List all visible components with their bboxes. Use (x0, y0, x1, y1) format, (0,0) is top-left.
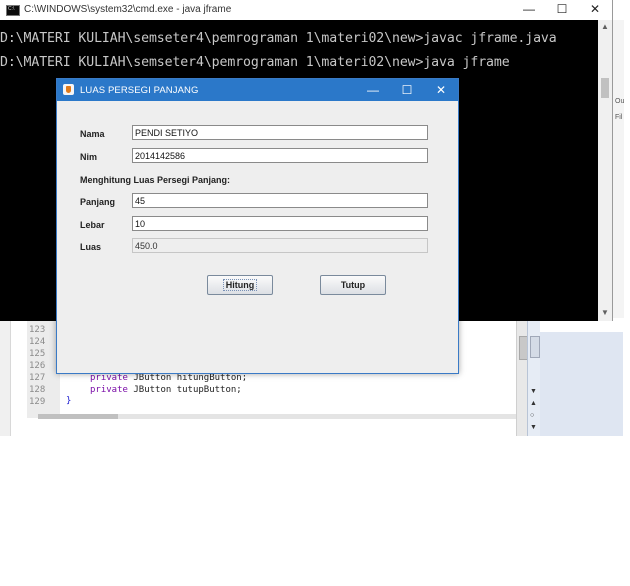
code-keyword: private (90, 385, 128, 395)
console-line: D:\MATERI KULIAH\semseter4\pemrograman 1… (0, 31, 557, 46)
background-window-text: Ou (615, 98, 625, 105)
background-window-edge: Ou Fil (612, 20, 624, 318)
scroll-down-icon[interactable]: ▼ (601, 308, 609, 317)
minimize-icon[interactable]: — (512, 1, 546, 18)
scrollbar-thumb[interactable] (530, 336, 540, 358)
tutup-button[interactable]: Tutup (320, 275, 386, 295)
luas-persegi-panjang-window[interactable]: LUAS PERSEGI PANJANG — ☐ ✕ Nama PENDI SE… (56, 78, 459, 374)
nama-field[interactable]: PENDI SETIYO (132, 125, 428, 140)
console-line: D:\MATERI KULIAH\semseter4\pemrograman 1… (0, 55, 510, 70)
code-line[interactable]: private JButton hitungButton; (90, 373, 247, 383)
code-keyword: private (90, 373, 128, 383)
cmd-titlebar[interactable]: C:\WINDOWS\system32\cmd.exe - java jfram… (0, 0, 612, 20)
scrollbar-thumb[interactable] (601, 78, 609, 98)
cmd-vertical-scrollbar[interactable]: ▲ ▼ (598, 20, 612, 321)
java-app-icon (63, 84, 74, 95)
luas-label: Luas (80, 242, 102, 252)
line-number: 129 (29, 397, 46, 407)
hitung-button[interactable]: Hitung (207, 275, 273, 295)
properties-pane (540, 318, 623, 436)
navigator-scrollbar[interactable]: ▼ ▲ ○ ▼ (527, 318, 541, 436)
cmd-app-icon (6, 5, 20, 16)
close-icon[interactable]: ✕ (578, 1, 612, 18)
code-text: JButton tutupButton; (127, 385, 242, 395)
scroll-down-arrow-icon[interactable]: ▼ (530, 388, 537, 395)
line-number: 124 (29, 337, 46, 347)
dialog-title: LUAS PERSEGI PANJANG (80, 85, 199, 96)
panjang-field[interactable]: 45 (132, 193, 428, 208)
code-text: JButton hitungButton; (127, 373, 248, 383)
luas-field: 450.0 (132, 238, 428, 253)
line-number: 123 (29, 325, 46, 335)
close-icon[interactable]: ✕ (424, 79, 458, 101)
line-number: 128 (29, 385, 46, 395)
dialog-titlebar[interactable]: LUAS PERSEGI PANJANG — ☐ ✕ (57, 79, 458, 101)
line-number: 125 (29, 349, 46, 359)
closing-brace: } (66, 396, 72, 406)
scroll-up-icon[interactable]: ▲ (601, 22, 609, 31)
nim-label: Nim (80, 152, 98, 162)
minimize-icon[interactable]: — (356, 79, 390, 101)
circle-icon[interactable]: ○ (530, 412, 534, 419)
line-number: 127 (29, 373, 46, 383)
hitung-button-label: Hitung (222, 279, 258, 291)
line-number: 126 (29, 361, 46, 371)
panjang-label: Panjang (80, 197, 116, 207)
lebar-label: Lebar (80, 220, 105, 230)
background-window-text: Fil (615, 114, 623, 121)
code-line[interactable]: private JButton tutupButton; (90, 385, 242, 395)
scroll-up-icon[interactable]: ▲ (530, 400, 537, 407)
nim-field[interactable]: 2014142586 (132, 148, 428, 163)
scrollbar-thumb[interactable] (38, 414, 118, 419)
cmd-window-title: C:\WINDOWS\system32\cmd.exe - java jfram… (24, 4, 232, 15)
maximize-icon[interactable]: ☐ (390, 79, 424, 101)
editor-ruler (0, 318, 11, 436)
editor-horizontal-scrollbar[interactable] (38, 414, 518, 419)
scroll-down-icon[interactable]: ▼ (530, 424, 537, 431)
nama-label: Nama (80, 129, 105, 139)
maximize-icon[interactable]: ☐ (545, 1, 579, 18)
lebar-field[interactable]: 10 (132, 216, 428, 231)
section-heading: Menghitung Luas Persegi Panjang: (80, 175, 231, 185)
